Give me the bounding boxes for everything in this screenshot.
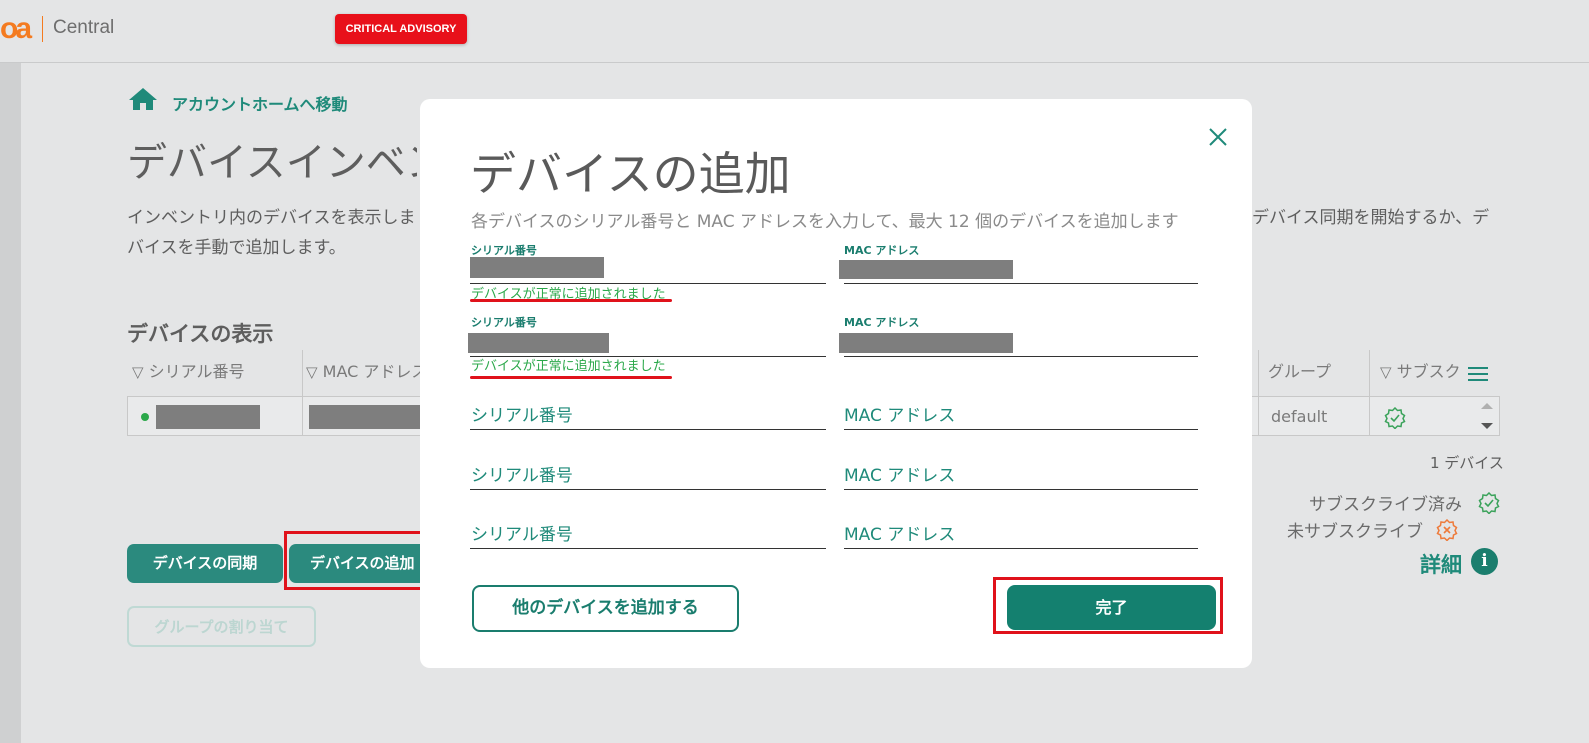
column-label-subscription: サブスク <box>1396 362 1461 381</box>
assign-group-button[interactable]: グループの割り当て <box>127 606 316 647</box>
dialog-description: 各デバイスのシリアル番号と MAC アドレスを入力して、最大 12 個のデバイス… <box>471 212 1179 232</box>
subscribed-badge-icon <box>1384 407 1406 429</box>
dialog-title: デバイスの追加 <box>470 147 791 201</box>
redacted-mac <box>309 405 420 429</box>
success-highlight <box>470 299 672 302</box>
legend-unsubscribed: 未サブスクライブ <box>1287 522 1423 542</box>
filter-icon[interactable]: ▽ <box>306 363 318 381</box>
close-icon[interactable] <box>1207 126 1229 148</box>
status-online-dot <box>141 413 149 421</box>
unsubscribed-legend-icon <box>1436 519 1458 541</box>
critical-advisory-button[interactable]: CRITICAL ADVISORY <box>335 14 467 44</box>
mac-field-underline <box>844 489 1198 490</box>
logo-divider <box>42 16 43 42</box>
page-description-line2: バイスを手動で追加します。 <box>127 238 346 258</box>
mac-field-value-redacted[interactable] <box>839 333 1013 353</box>
highlight-done-button <box>993 577 1223 634</box>
mac-field-underline <box>844 429 1198 430</box>
column-header-subscription[interactable]: ▽ サブスク <box>1380 350 1461 394</box>
column-label-serial: シリアル番号 <box>148 362 245 381</box>
brand-logo[interactable]: oa <box>0 12 32 46</box>
page-description-line1: インベントリ内のデバイスを表示しま <box>127 208 416 228</box>
home-icon[interactable] <box>128 87 158 111</box>
serial-field-value-redacted[interactable] <box>470 257 604 278</box>
column-header-mac[interactable]: ▽ MAC アドレス <box>306 350 427 394</box>
info-icon[interactable]: i <box>1471 548 1498 575</box>
redacted-serial <box>156 405 260 429</box>
page-title: デバイスインベントリ <box>127 140 417 186</box>
mac-field-underline <box>844 283 1198 284</box>
table-scrollbar[interactable] <box>1476 398 1498 434</box>
mac-field-underline <box>844 548 1198 549</box>
mac-field-label: MAC アドレス <box>844 316 920 329</box>
device-count: 1 デバイス <box>1430 454 1504 472</box>
serial-input-placeholder[interactable]: シリアル番号 <box>471 520 573 545</box>
filter-icon[interactable]: ▽ <box>132 363 144 381</box>
mac-field-value-redacted[interactable] <box>839 260 1013 279</box>
highlight-add-button <box>284 531 433 590</box>
legend-subscribed: サブスクライブ済み <box>1309 495 1462 515</box>
success-message: デバイスが正常に追加されました <box>471 359 666 374</box>
column-divider <box>1369 350 1370 436</box>
serial-input-placeholder[interactable]: シリアル番号 <box>471 461 573 486</box>
serial-field-label: シリアル番号 <box>471 316 537 329</box>
column-header-group[interactable]: グループ <box>1268 350 1331 394</box>
mac-input-placeholder[interactable]: MAC アドレス <box>844 520 955 545</box>
serial-field-underline <box>470 429 826 430</box>
success-highlight <box>470 376 672 379</box>
mac-input-placeholder[interactable]: MAC アドレス <box>844 461 955 486</box>
add-more-devices-button[interactable]: 他のデバイスを追加する <box>472 585 739 632</box>
filter-icon[interactable]: ▽ <box>1380 363 1392 381</box>
group-cell: default <box>1271 407 1328 426</box>
left-sidebar-strip <box>0 63 21 743</box>
mac-field-underline <box>844 356 1198 357</box>
column-divider <box>1258 350 1259 436</box>
page-description-right: デバイス同期を開始するか、デ <box>1252 208 1490 228</box>
mac-field-label: MAC アドレス <box>844 244 920 257</box>
brand-name: Central <box>53 17 115 38</box>
column-header-serial[interactable]: ▽ シリアル番号 <box>132 350 244 394</box>
serial-field-label: シリアル番号 <box>471 244 537 257</box>
column-menu-icon[interactable] <box>1468 367 1488 381</box>
mac-input-placeholder[interactable]: MAC アドレス <box>844 401 955 426</box>
device-view-title: デバイスの表示 <box>127 322 274 346</box>
top-bar: oa Central CRITICAL ADVISORY <box>0 0 1589 63</box>
column-divider <box>302 350 303 436</box>
account-home-link[interactable]: アカウントホームへ移動 <box>172 91 348 115</box>
subscribed-legend-icon <box>1478 492 1500 514</box>
serial-field-underline <box>470 548 826 549</box>
column-label-mac: MAC アドレス <box>322 362 428 381</box>
serial-field-underline <box>470 489 826 490</box>
serial-input-placeholder[interactable]: シリアル番号 <box>471 401 573 426</box>
details-link[interactable]: 詳細 <box>1420 549 1462 579</box>
sync-devices-button[interactable]: デバイスの同期 <box>127 544 283 583</box>
serial-field-value-redacted[interactable] <box>468 333 609 353</box>
